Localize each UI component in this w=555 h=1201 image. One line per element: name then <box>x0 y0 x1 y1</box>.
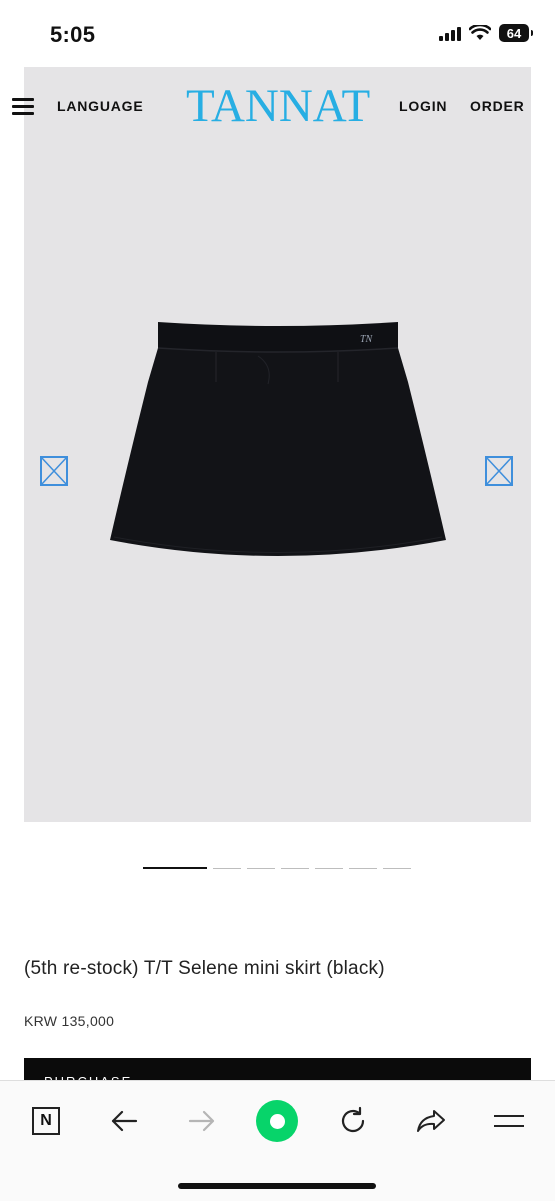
menu-lines-icon <box>494 1115 524 1127</box>
language-link[interactable]: LANGUAGE <box>57 98 144 114</box>
order-link[interactable]: ORDER <box>470 98 525 114</box>
forward-arrow-icon <box>188 1110 215 1132</box>
product-image-area[interactable]: LANGUAGE TANNAT LOGIN ORDER TN <box>12 67 531 822</box>
back-arrow-icon <box>111 1110 138 1132</box>
image-pagination <box>143 867 411 869</box>
product-title: (5th re-stock) T/T Selene mini skirt (bl… <box>24 958 385 979</box>
share-button[interactable] <box>409 1099 453 1143</box>
previous-image-icon[interactable] <box>40 456 68 486</box>
naver-n-icon: N <box>32 1107 60 1135</box>
reload-icon <box>341 1106 365 1133</box>
pagination-dot[interactable] <box>349 867 377 869</box>
share-icon <box>417 1110 445 1132</box>
pagination-dot[interactable] <box>213 867 241 869</box>
status-bar: 5:05 64 <box>0 0 555 66</box>
wifi-icon <box>469 25 491 40</box>
hamburger-menu-icon[interactable] <box>12 98 34 115</box>
svg-text:TN: TN <box>360 334 374 345</box>
signal-icon <box>439 25 461 41</box>
purchase-button[interactable]: PURCHASE <box>24 1058 531 1082</box>
battery-level: 64 <box>506 25 522 41</box>
pagination-dot-active[interactable] <box>143 867 207 869</box>
pagination-dot[interactable] <box>383 867 411 869</box>
product-skirt-image: TN <box>110 322 446 556</box>
pagination-dot[interactable] <box>281 867 309 869</box>
status-time: 5:05 <box>50 22 96 47</box>
login-link[interactable]: LOGIN <box>399 98 447 114</box>
site-header: LANGUAGE TANNAT LOGIN ORDER <box>12 67 531 145</box>
home-button[interactable] <box>255 1099 299 1143</box>
next-image-icon[interactable] <box>485 456 513 486</box>
home-circle-icon <box>256 1100 298 1142</box>
forward-button[interactable] <box>180 1099 224 1143</box>
naver-n-button[interactable]: N <box>24 1099 68 1143</box>
reload-button[interactable] <box>331 1099 375 1143</box>
home-indicator <box>178 1183 376 1189</box>
product-price: KRW 135,000 <box>24 1013 115 1029</box>
pagination-dot[interactable] <box>247 867 275 869</box>
back-button[interactable] <box>102 1099 146 1143</box>
status-icons: 64 <box>439 24 533 42</box>
battery-icon: 64 <box>499 24 533 42</box>
pagination-dot[interactable] <box>315 867 343 869</box>
brand-logo[interactable]: TANNAT <box>186 81 370 131</box>
browser-menu-button[interactable] <box>487 1099 531 1143</box>
